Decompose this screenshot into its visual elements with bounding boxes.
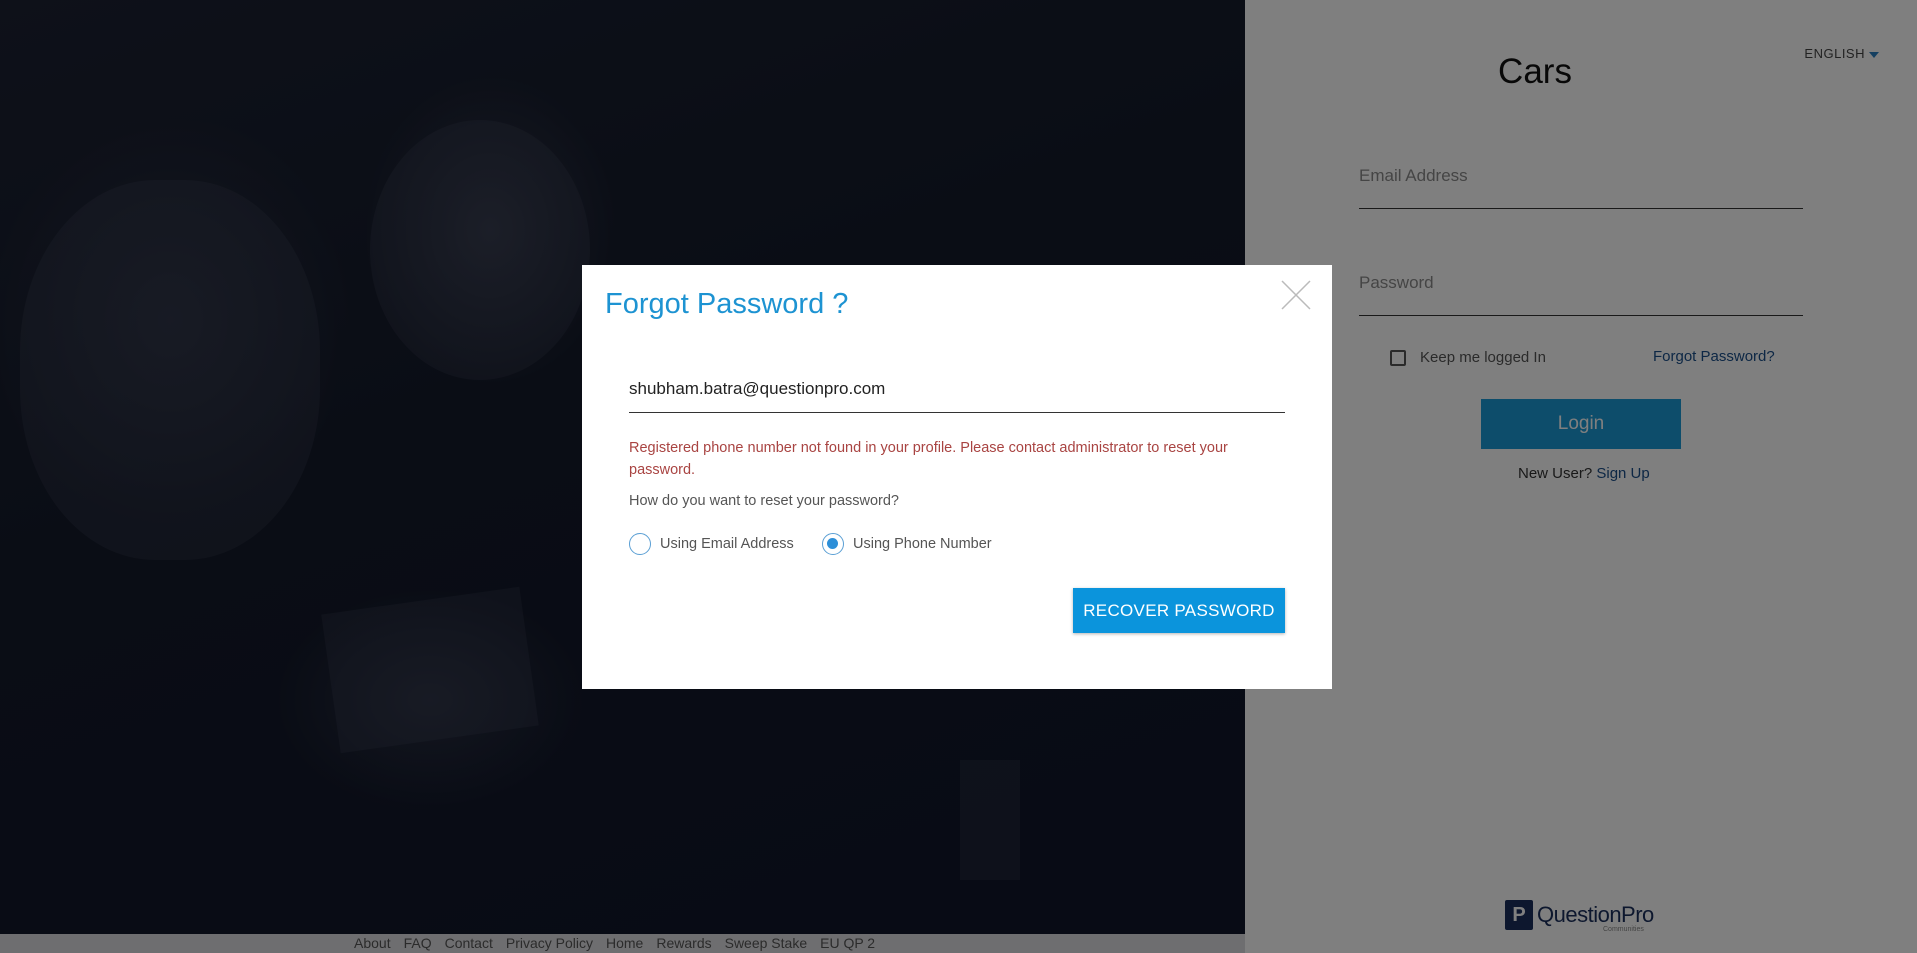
reset-method-question: How do you want to reset your password? <box>629 493 899 509</box>
radio-email-label: Using Email Address <box>660 536 794 552</box>
footer-link-about[interactable]: About <box>354 935 391 951</box>
radio-option-email[interactable]: Using Email Address <box>629 533 794 555</box>
recover-password-button[interactable]: RECOVER PASSWORD <box>1073 588 1285 633</box>
close-icon[interactable] <box>1281 280 1311 310</box>
radio-email[interactable] <box>629 533 651 555</box>
forgot-password-modal: Forgot Password ? Registered phone numbe… <box>582 265 1332 689</box>
radio-option-phone[interactable]: Using Phone Number <box>822 533 992 555</box>
footer: About FAQ Contact Privacy Policy Home Re… <box>0 934 1245 953</box>
footer-link-eu-qp-2[interactable]: EU QP 2 <box>820 935 875 951</box>
modal-title: Forgot Password ? <box>605 288 849 320</box>
footer-link-sweep-stake[interactable]: Sweep Stake <box>725 935 808 951</box>
footer-links: About FAQ Contact Privacy Policy Home Re… <box>354 935 875 951</box>
footer-link-rewards[interactable]: Rewards <box>656 935 711 951</box>
footer-link-home[interactable]: Home <box>606 935 643 951</box>
footer-link-faq[interactable]: FAQ <box>404 935 432 951</box>
footer-link-contact[interactable]: Contact <box>445 935 493 951</box>
error-message: Registered phone number not found in you… <box>629 440 1228 478</box>
radio-phone-label: Using Phone Number <box>853 536 992 552</box>
radio-phone[interactable] <box>822 533 844 555</box>
footer-link-privacy-policy[interactable]: Privacy Policy <box>506 935 593 951</box>
recovery-email-input[interactable] <box>629 365 1285 413</box>
